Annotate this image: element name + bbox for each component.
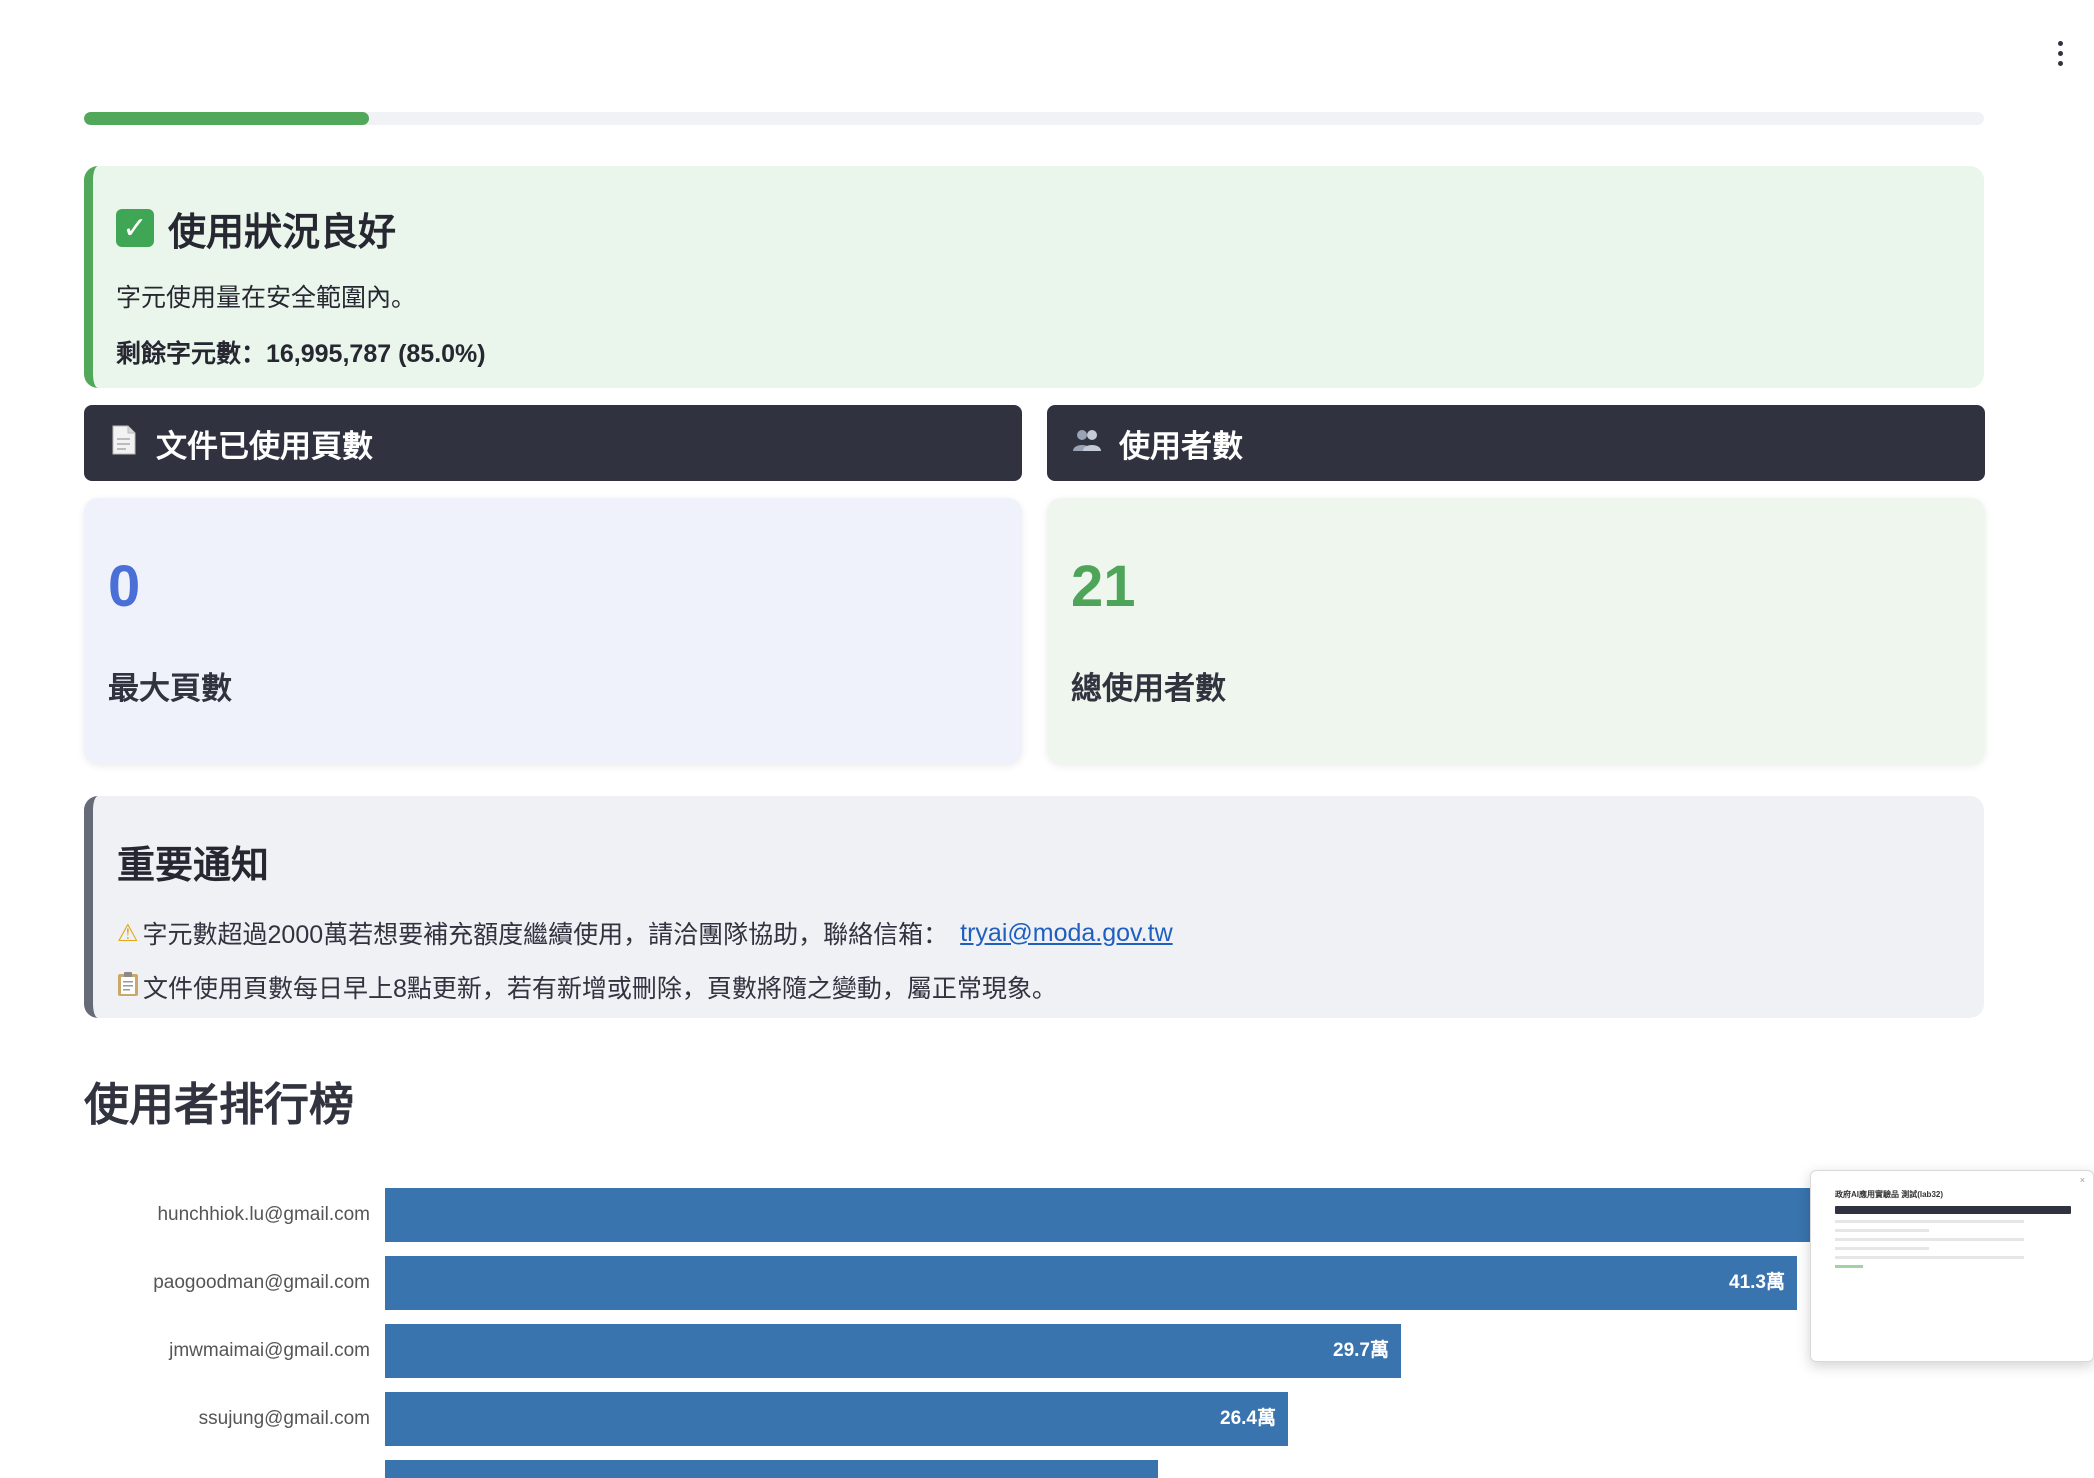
max-pages-label: 最大頁數 [108,671,232,706]
thumbnail-line [1835,1256,2024,1259]
thumbnail-title: 政府AI應用實驗品 測試(lab32) [1835,1190,1944,1199]
total-users-label: 總使用者數 [1071,671,1226,706]
bar-category-label: jmwmaimai@gmail.com [169,1340,370,1361]
bar[interactable] [385,1256,1797,1310]
users-card-header: 使用者數 [1047,405,1985,481]
users-icon [1071,427,1103,460]
status-title: 使用狀況良好 [168,211,397,254]
important-notice: 重要通知 ⚠ 字元數超過2000萬若想要補充額度繼續使用，請洽團隊協助，聯絡信箱… [84,796,1984,1018]
bar[interactable] [385,1460,1158,1478]
bar-category-label: paogoodman@gmail.com [153,1272,370,1293]
screenshot-thumbnail-preview[interactable]: × 政府AI應用實驗品 測試(lab32) [1810,1170,2094,1362]
pages-card-header: 文件已使用頁數 [84,405,1022,481]
bar-row: ssujung@gmail.com 26.4萬 [0,1392,2094,1446]
thumbnail-line [1835,1229,1930,1232]
pages-metric-card: 0 最大頁數 [84,498,1022,764]
main-menu-button[interactable] [2048,36,2072,70]
status-title-row: ✓ 使用狀況良好 [116,202,1984,254]
total-users-value: 21 [1071,554,1136,619]
bar-category-label: hunchhiok.lu@gmail.com [157,1204,370,1225]
bar-value-label: 41.3萬 [1729,1272,1785,1293]
clipboard-icon [117,971,139,1004]
warning-icon: ⚠ [117,919,139,947]
thumbnail-line [1835,1247,1930,1250]
bar-value-label: 29.7萬 [1333,1340,1389,1361]
contact-email-link[interactable]: tryai@moda.gov.tw [960,919,1173,948]
thumbnail-line [1835,1238,2024,1241]
document-icon [108,425,140,462]
notice-title: 重要通知 [117,845,270,887]
max-pages-value: 0 [108,554,141,619]
ranking-title: 使用者排行榜 [84,1079,355,1130]
status-message: 字元使用量在安全範圍內。 [116,284,417,312]
usage-progress-bar [84,112,1984,125]
bar[interactable] [385,1324,1401,1378]
users-metric-card: 21 總使用者數 [1047,498,1985,764]
notice-quota-text: 字元數超過2000萬若想要補充額度繼續使用，請洽團隊協助，聯絡信箱： [142,921,949,949]
bar-row: hunchhiok.lu@gmail.com [0,1188,2094,1242]
thumbnail-header-bar [1835,1206,2071,1214]
notice-quota-line: ⚠ 字元數超過2000萬若想要補充額度繼續使用，請洽團隊協助，聯絡信箱： try… [117,915,1984,951]
bar-category-label: ssujung@gmail.com [198,1408,370,1429]
usage-progress-fill [84,112,369,125]
status-alert: ✓ 使用狀況良好 字元使用量在安全範圍內。 剩餘字元數：16,995,787 (… [84,166,1984,388]
thumbnail-line [1835,1265,1864,1268]
pages-card-title: 文件已使用頁數 [156,428,373,464]
bar[interactable] [385,1392,1288,1446]
notice-pages-line: 文件使用頁數每日早上8點更新，若有新增或刪除，頁數將隨之變動，屬正常現象。 [117,969,1984,1005]
check-mark-icon: ✓ [116,209,154,247]
user-ranking-chart: hunchhiok.lu@gmail.com paogoodman@gmail.c… [0,1170,2094,1478]
thumbnail-line [1835,1220,2024,1223]
thumbnail-close-icon[interactable]: × [2080,1175,2085,1185]
bar-row [0,1460,2094,1478]
remaining-characters: 剩餘字元數：16,995,787 (85.0%) [116,340,486,368]
users-card-title: 使用者數 [1119,428,1243,464]
bar-value-label: 26.4萬 [1220,1408,1276,1429]
kebab-dot [2057,60,2063,66]
notice-pages-text: 文件使用頁數每日早上8點更新，若有新增或刪除，頁數將隨之變動，屬正常現象。 [143,975,1057,1003]
bar-row: jmwmaimai@gmail.com 29.7萬 [0,1324,2094,1378]
kebab-dot [2057,40,2063,46]
bar-row: paogoodman@gmail.com 41.3萬 [0,1256,2094,1310]
kebab-dot [2057,50,2063,56]
